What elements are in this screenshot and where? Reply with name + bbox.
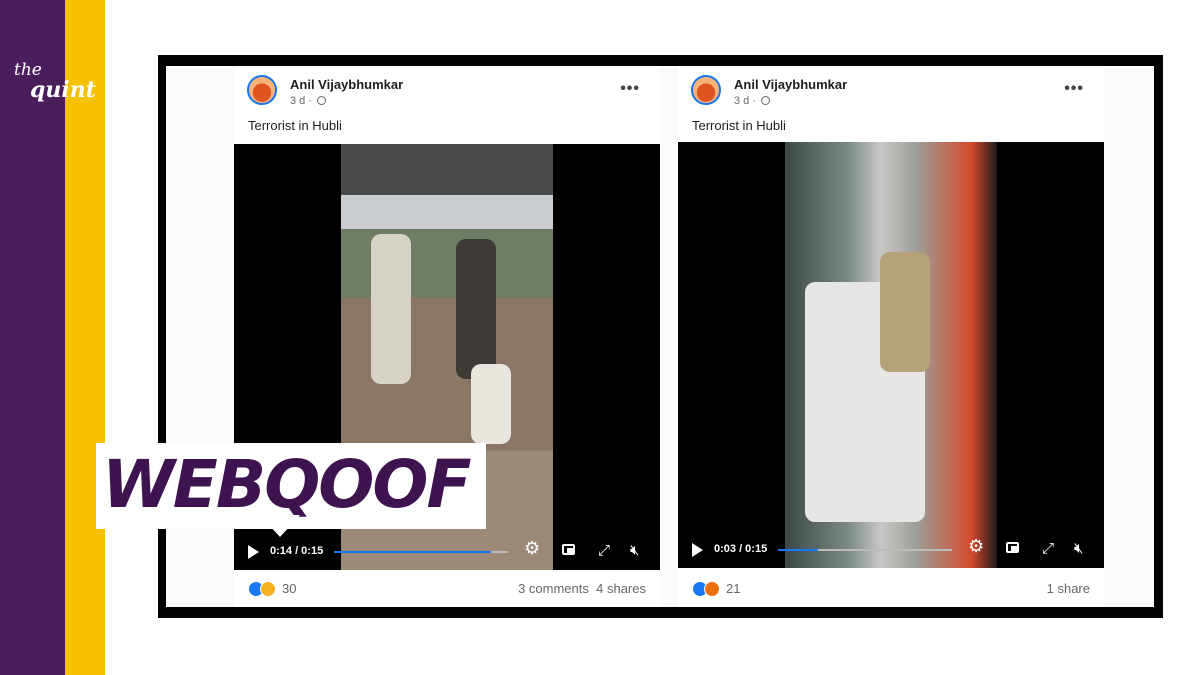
reaction-icons[interactable] — [248, 580, 276, 597]
video-figure — [471, 364, 511, 444]
video-progress-bar[interactable] — [778, 549, 952, 551]
fullscreen-icon[interactable]: ⤢ — [598, 543, 610, 558]
fullscreen-icon[interactable]: ⤢ — [1042, 541, 1054, 556]
video-figure — [371, 234, 411, 384]
video-figure — [880, 252, 930, 372]
settings-gear-icon[interactable]: ⚙ — [524, 539, 540, 557]
more-options-icon[interactable]: ••• — [620, 80, 640, 98]
globe-icon — [761, 96, 771, 105]
post-time[interactable]: 3 d · — [290, 95, 312, 107]
video-player[interactable]: 0:03 / 0:15 ⚙ ⤢ 🔇︎ — [678, 142, 1104, 568]
more-options-icon[interactable]: ••• — [1064, 80, 1084, 98]
video-controls: 0:03 / 0:15 ⚙ ⤢ 🔇︎ — [678, 532, 1104, 568]
avatar[interactable] — [247, 75, 277, 105]
reaction-count[interactable]: 30 — [282, 581, 296, 596]
post-footer: 21 1 share — [692, 580, 1090, 597]
play-icon[interactable] — [692, 543, 703, 557]
shares-count[interactable]: 1 share — [1047, 581, 1090, 596]
wow-icon — [260, 580, 276, 597]
video-progress-fill — [778, 549, 819, 551]
reaction-icons[interactable] — [692, 580, 720, 597]
video-frame — [785, 142, 997, 568]
post-caption: Terrorist in Hubli — [692, 118, 786, 133]
video-time: 0:03 / 0:15 — [714, 543, 768, 555]
post-meta: 3 d · — [734, 95, 771, 107]
video-time: 0:14 / 0:15 — [270, 545, 324, 557]
video-controls: 0:14 / 0:15 ⚙ ⤢ 🔇︎ — [234, 534, 660, 570]
facebook-post-2: Anil Vijaybhumkar 3 d · ••• Terrorist in… — [678, 66, 1104, 607]
reaction-count[interactable]: 21 — [726, 581, 740, 596]
webqoof-text: WEBQOOF — [102, 446, 472, 523]
engagement-stats: 1 share — [1047, 581, 1090, 596]
post-caption: Terrorist in Hubli — [248, 118, 342, 133]
engagement-stats: 3 comments 4 shares — [518, 581, 646, 596]
comments-count[interactable]: 3 comments — [518, 581, 589, 596]
mute-icon[interactable]: 🔇︎ — [1074, 541, 1083, 556]
play-icon[interactable] — [248, 545, 259, 559]
video-progress-fill — [334, 551, 491, 553]
picture-in-picture-icon[interactable] — [562, 544, 575, 555]
video-progress-bar[interactable] — [334, 551, 508, 553]
post-time[interactable]: 3 d · — [734, 95, 756, 107]
logo-line-2: quint — [30, 77, 96, 103]
angry-icon — [704, 580, 720, 597]
globe-icon — [317, 96, 327, 105]
post-meta: 3 d · — [290, 95, 327, 107]
avatar[interactable] — [691, 75, 721, 105]
author-name[interactable]: Anil Vijaybhumkar — [734, 77, 847, 92]
author-name[interactable]: Anil Vijaybhumkar — [290, 77, 403, 92]
picture-in-picture-icon[interactable] — [1006, 542, 1019, 553]
banner-speech-tail — [260, 515, 300, 537]
mute-icon[interactable]: 🔇︎ — [630, 543, 639, 558]
video-figure — [456, 239, 496, 379]
settings-gear-icon[interactable]: ⚙ — [968, 537, 984, 555]
post-footer: 30 3 comments 4 shares — [248, 580, 646, 597]
shares-count[interactable]: 4 shares — [596, 581, 646, 596]
quint-logo: the quint — [14, 62, 96, 103]
